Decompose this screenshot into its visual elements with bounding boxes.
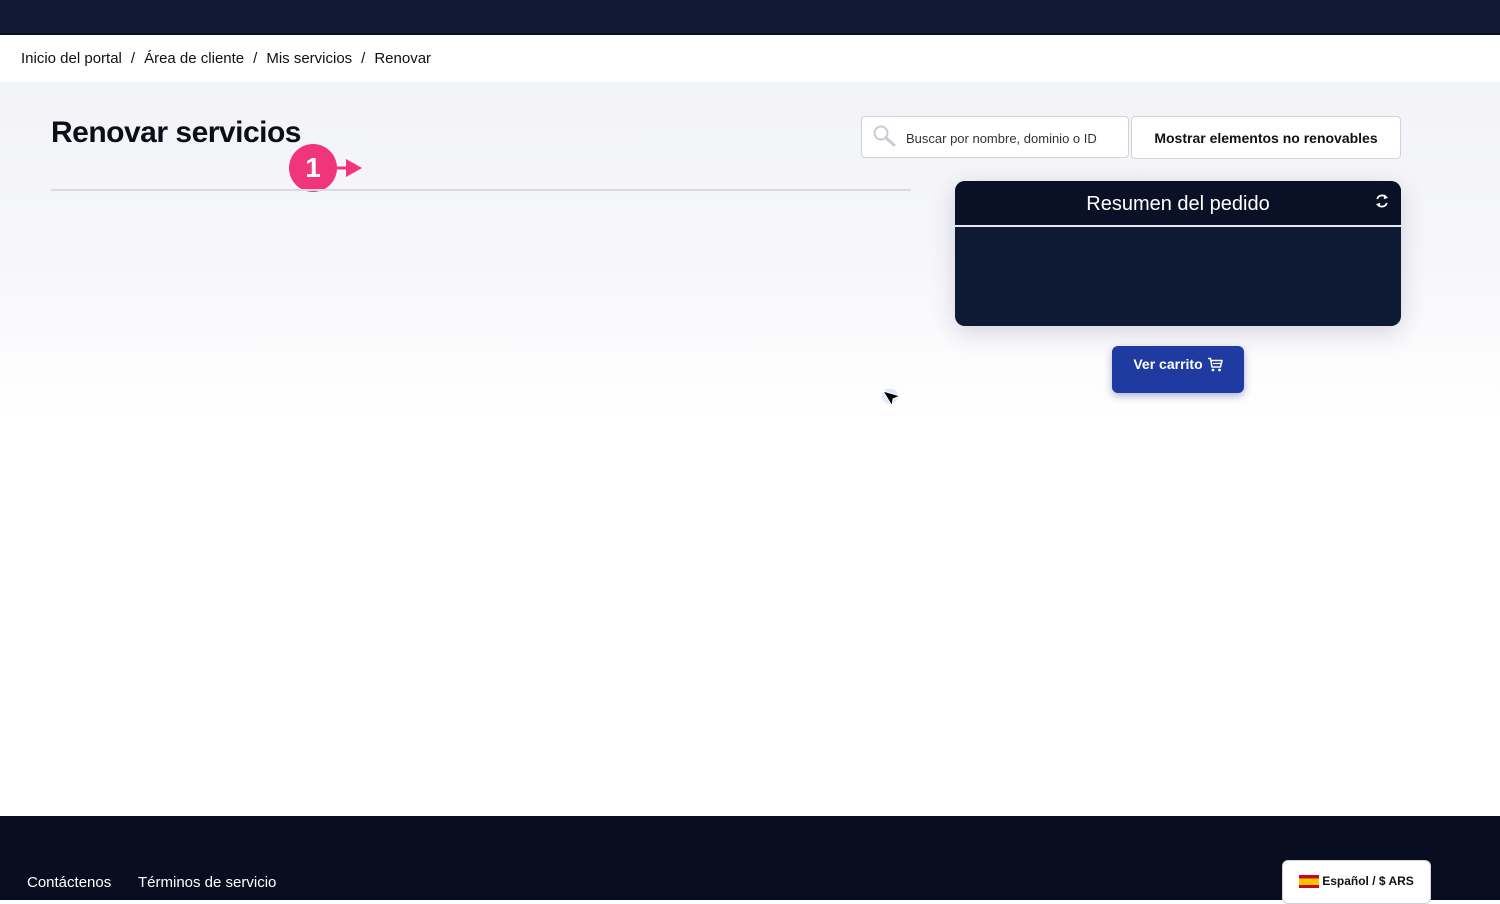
- step-marker: 1: [289, 144, 337, 192]
- order-summary-title: Resumen del pedido: [1086, 193, 1270, 215]
- breadcrumb-bar: Inicio del portal / Área de cliente / Mis se…: [0, 35, 1500, 82]
- breadcrumb-separator: /: [130, 50, 136, 67]
- top-navigation-bar: [0, 0, 1500, 35]
- spain-flag-icon: [1299, 874, 1320, 888]
- breadcrumb-separator: /: [361, 50, 366, 67]
- breadcrumb-item-my-services[interactable]: Mis servicios: [266, 50, 352, 67]
- language-currency-button[interactable]: Español / $ ARS: [1282, 860, 1431, 904]
- view-cart-button[interactable]: Ver carrito: [1112, 346, 1244, 393]
- order-summary-card: Resumen del pedido: [955, 181, 1401, 326]
- search-icon: [873, 125, 896, 147]
- breadcrumb-item-portal-home[interactable]: Inicio del portal: [21, 50, 122, 67]
- cart-icon: [1207, 357, 1223, 372]
- breadcrumb-item-client-area[interactable]: Área de cliente: [144, 50, 244, 67]
- footer: Contáctenos Términos de servicio Español…: [0, 816, 1500, 904]
- footer-link-terms[interactable]: Términos de servicio: [138, 874, 276, 891]
- show-nonrenewable-button[interactable]: Mostrar elementos no renovables: [1131, 116, 1401, 159]
- footer-link-contact[interactable]: Contáctenos: [27, 874, 111, 891]
- breadcrumb-item-renew: Renovar: [374, 50, 432, 67]
- mouse-cursor-icon: [882, 389, 902, 408]
- breadcrumb-separator: /: [253, 50, 258, 67]
- breadcrumb: Inicio del portal / Área de cliente / Mis se…: [21, 50, 431, 67]
- refresh-icon[interactable]: [1375, 193, 1389, 209]
- language-currency-label: Español / $ ARS: [1322, 874, 1414, 888]
- section-divider: [51, 189, 911, 191]
- arrow-right-icon: [334, 159, 362, 177]
- view-cart-label: Ver carrito: [1133, 356, 1203, 372]
- search-field[interactable]: [861, 116, 1129, 158]
- search-input[interactable]: [906, 127, 1121, 149]
- order-summary-header: Resumen del pedido: [955, 181, 1401, 227]
- page-title: Renovar servicios: [51, 116, 301, 149]
